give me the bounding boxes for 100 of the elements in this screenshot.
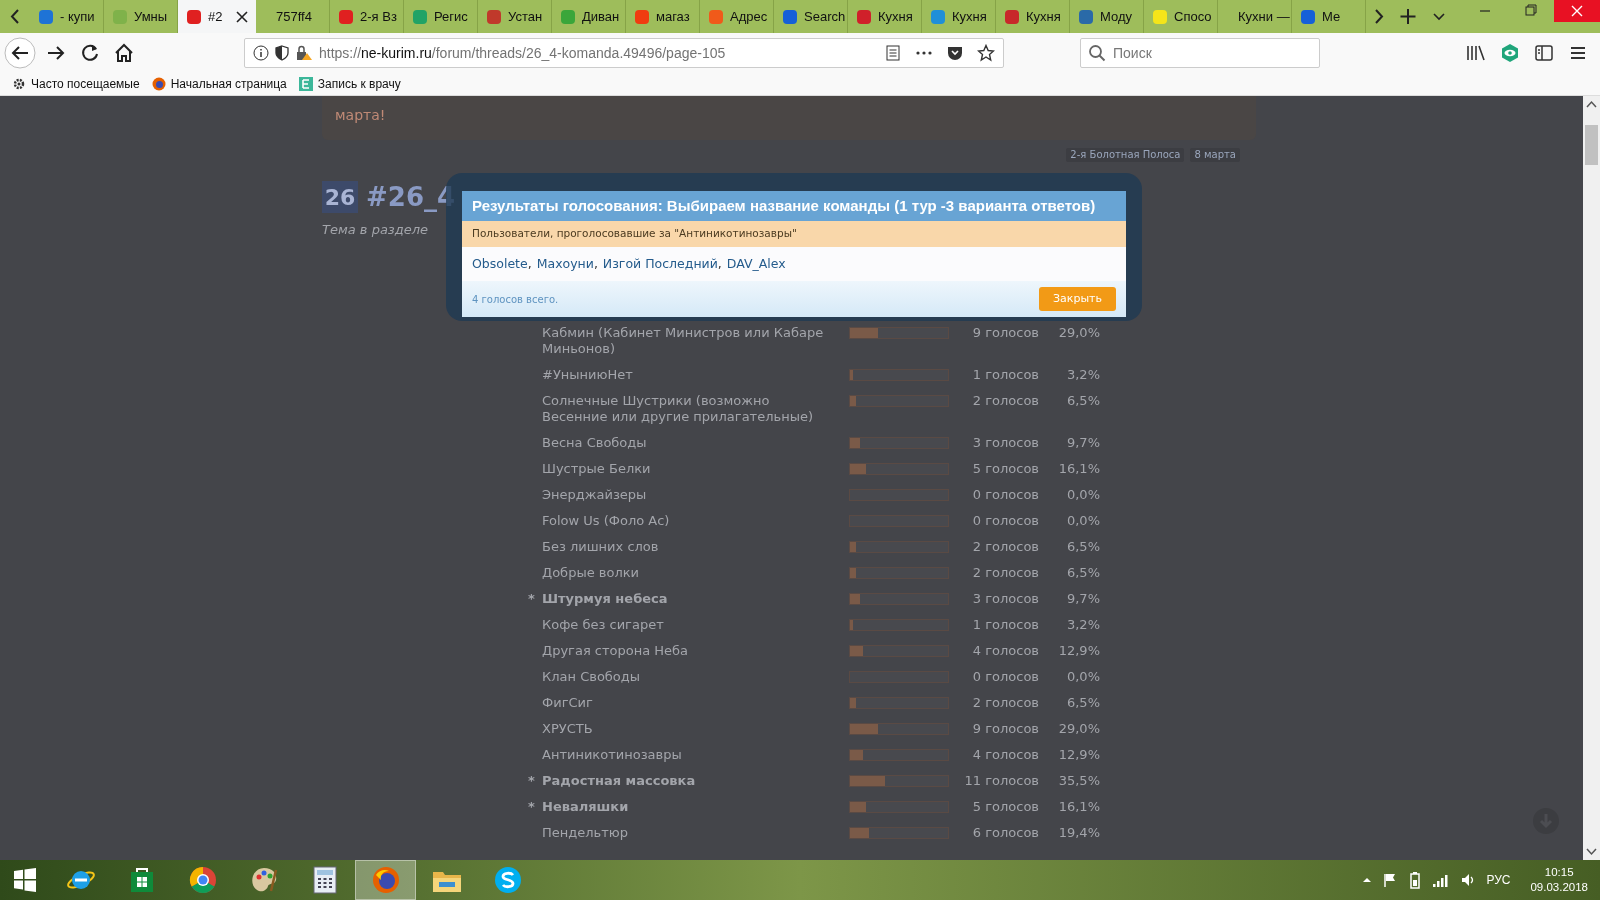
tab-favicon-icon: [1078, 8, 1094, 25]
search-field[interactable]: Поиск: [1080, 38, 1320, 68]
poll-option: Радостная массовка: [542, 772, 832, 789]
library-icon[interactable]: [1466, 44, 1486, 62]
user-link[interactable]: Obsolete: [472, 254, 528, 274]
language-indicator[interactable]: РУС: [1486, 871, 1511, 889]
poll-option: #УныниюНет: [542, 366, 832, 383]
breadcrumb-link[interactable]: 8 марта: [1190, 148, 1240, 162]
tab-favicon-icon: [1300, 8, 1316, 25]
scrollbar-thumb[interactable]: [1585, 125, 1598, 165]
user-link[interactable]: DAV_Alex: [726, 254, 786, 274]
vote-count: 3 голосов: [971, 434, 1039, 451]
tab-favicon-icon: [634, 8, 650, 25]
vote-percent: 35,5%: [1057, 772, 1100, 789]
voted-mark: *: [528, 772, 536, 789]
bookmark-item[interactable]: Часто посещаемые: [12, 75, 140, 93]
user-link[interactable]: Изгой Последний: [602, 254, 718, 274]
eye-icon[interactable]: [1500, 43, 1520, 63]
tab-favicon-icon: [782, 8, 798, 25]
star-icon[interactable]: [977, 44, 995, 62]
vote-count: 1 голосов: [971, 366, 1039, 383]
thread-subtitle: Тема в разделе: [322, 221, 429, 239]
vote-count: 3 голосов: [971, 590, 1039, 607]
sidebar-icon[interactable]: [1534, 44, 1554, 62]
vote-percent: 6,5%: [1065, 538, 1100, 555]
separator-comma: ,: [717, 254, 722, 273]
menu-icon[interactable]: [1568, 44, 1588, 62]
poll-option: Кабмин (Кабинет Министров или Кабаре Миньонов): [542, 324, 832, 357]
poll-option: Весна Свободы: [542, 434, 832, 451]
taskbar-app[interactable]: [355, 860, 416, 900]
poll-option: Штурмуя небеса: [542, 590, 832, 607]
search-icon: [1088, 44, 1106, 62]
poll-option: Добрые волки: [542, 564, 832, 581]
poll-option: Клан Свободы: [542, 668, 832, 685]
tab-favicon-icon: [486, 8, 502, 25]
post-text: марта!: [335, 107, 386, 123]
scrollbar[interactable]: [1583, 96, 1600, 860]
vote-percent: 3,2%: [1065, 366, 1100, 383]
shield-icon: [275, 45, 289, 61]
voted-mark: *: [528, 590, 536, 607]
vote-percent: 16,1%: [1057, 798, 1100, 815]
poll-option: Кофе без сигарет: [542, 616, 832, 633]
vote-count: 9 голосов: [971, 324, 1039, 341]
vote-count: 4 голосов: [971, 642, 1039, 659]
tab-favicon-icon: [560, 8, 576, 25]
clock[interactable]: 10:15 09.03.2018: [1530, 865, 1588, 895]
user-link[interactable]: Махоуни: [536, 254, 594, 274]
tab-favicon-icon: [338, 8, 354, 25]
bookmark-item[interactable]: Запись к врачу: [298, 75, 401, 93]
vote-percent: 9,7%: [1065, 590, 1100, 607]
tab-favicon-icon: [708, 8, 724, 25]
vote-percent: 19,4%: [1057, 824, 1100, 841]
poll-option: ФигСиг: [542, 694, 832, 711]
poll-option: Энерджайзеры: [542, 486, 832, 503]
vote-count: 5 голосов: [971, 460, 1039, 477]
poll-option: Шустрые Белки: [542, 460, 832, 477]
reader-view-icon[interactable]: [885, 45, 901, 61]
poll-option: Неваляшки: [542, 798, 832, 815]
bookmark-item[interactable]: Начальная страница: [151, 75, 287, 93]
poll-option: Антиникотинозавры: [542, 746, 832, 763]
battery-plug-icon[interactable]: [1408, 871, 1423, 889]
vote-count: 0 голосов: [971, 668, 1039, 685]
vote-count: 6 голосов: [971, 824, 1039, 841]
signal-bars-icon[interactable]: [1432, 872, 1451, 888]
vote-percent: 0,0%: [1065, 512, 1100, 529]
poll-option: Другая сторона Неба: [542, 642, 832, 659]
tab-favicon-icon: [412, 8, 428, 25]
voted-mark: *: [528, 798, 536, 815]
pocket-icon[interactable]: [947, 45, 963, 61]
poll-option: Без лишних слов: [542, 538, 832, 555]
vote-count: 0 голосов: [971, 486, 1039, 503]
vote-count: 2 голосов: [971, 392, 1039, 409]
url-text: https://ne-kurim.ru/forum/threads/26_4-komanda.49496/page-105: [319, 43, 726, 63]
vote-count: 0 голосов: [971, 512, 1039, 529]
vote-total: 4 голосов всего.: [472, 292, 559, 307]
browser-tab[interactable]: #2: [178, 0, 256, 33]
separator-comma: ,: [593, 254, 598, 273]
vote-percent: 12,9%: [1057, 642, 1100, 659]
vote-percent: 6,5%: [1065, 392, 1100, 409]
caret-up-icon[interactable]: [1362, 875, 1373, 885]
vote-count: 4 голосов: [971, 746, 1039, 763]
tab-favicon-icon: [930, 8, 946, 25]
vote-percent: 0,0%: [1065, 668, 1100, 685]
vote-percent: 3,2%: [1065, 616, 1100, 633]
vote-count: 5 голосов: [971, 798, 1039, 815]
address-bar[interactable]: https://ne-kurim.ru/forum/threads/26_4-komanda.49496/page-105: [244, 38, 1004, 68]
info-icon: [253, 45, 269, 61]
back-icon[interactable]: [4, 37, 36, 69]
vote-count: 1 голосов: [971, 616, 1039, 633]
breadcrumb-link[interactable]: 2-я Болотная Полоса: [1066, 148, 1185, 162]
poll-option: Пендельтюр: [542, 824, 832, 841]
gear-icon: [12, 77, 26, 91]
vote-percent: 6,5%: [1065, 564, 1100, 581]
tab-favicon-icon: [112, 8, 128, 25]
vote-count: 9 голосов: [971, 720, 1039, 737]
globe-fox-icon: [151, 77, 166, 91]
vote-percent: 9,7%: [1065, 434, 1100, 451]
close-icon[interactable]: [236, 10, 248, 23]
letter-s-icon: [492, 865, 523, 895]
vote-count: 11 голосов: [963, 772, 1039, 789]
